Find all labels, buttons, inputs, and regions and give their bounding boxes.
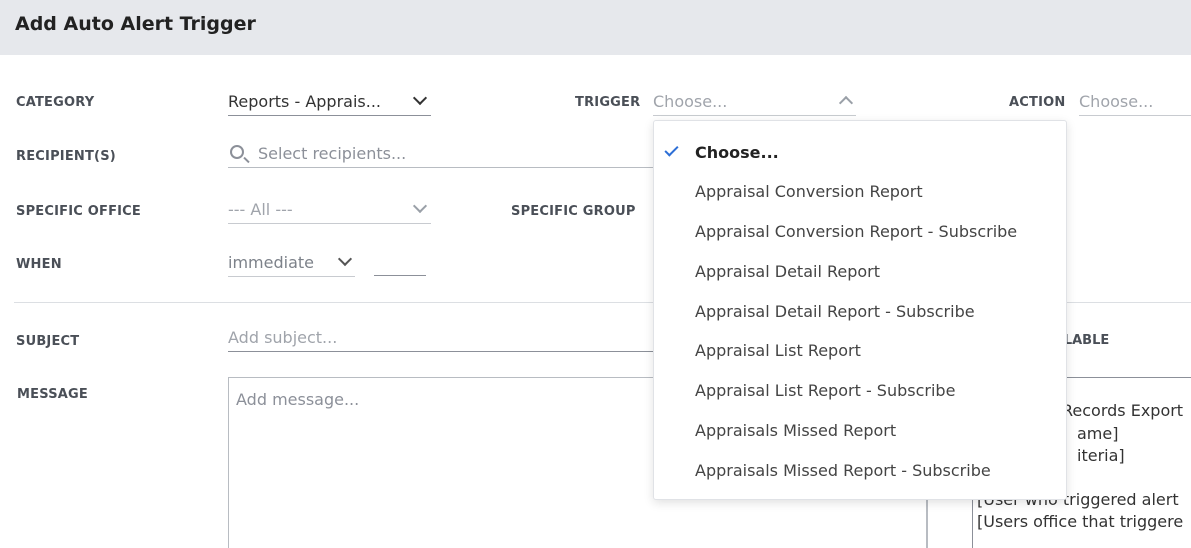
trigger-placeholder: Choose... [653, 92, 728, 111]
trigger-select[interactable]: Choose... [653, 90, 856, 116]
variable-item[interactable]: [Users office that triggere [977, 512, 1183, 531]
when-select[interactable]: immediate [228, 251, 355, 277]
message-label: MESSAGE [17, 387, 88, 402]
trigger-option[interactable]: Appraisal Detail Report - Subscribe [654, 293, 1066, 329]
recipients-placeholder: Select recipients... [258, 144, 407, 163]
specific-office-value: --- All --- [228, 200, 293, 219]
action-label: ACTION [1009, 95, 1066, 110]
trigger-option[interactable]: Appraisal Conversion Report - Subscribe [654, 213, 1066, 249]
chevron-down-icon [337, 251, 353, 267]
chevron-down-icon [412, 90, 428, 106]
trigger-option[interactable]: Appraisal List Report - Subscribe [654, 372, 1066, 408]
option-label: Appraisal Detail Report [695, 262, 881, 281]
specific-office-label: SPECIFIC OFFICE [16, 204, 142, 219]
action-placeholder: Choose... [1079, 92, 1154, 111]
trigger-option[interactable]: Appraisal Conversion Report [654, 173, 1066, 209]
option-label: Appraisal Conversion Report - Subscribe [695, 222, 1018, 241]
option-label: Appraisal List Report [695, 341, 861, 360]
action-select[interactable]: Choose... [1079, 90, 1191, 116]
specific-office-select[interactable]: --- All --- [228, 198, 431, 224]
subject-input[interactable]: Add subject... [228, 326, 658, 352]
variable-item[interactable]: ame] [1077, 424, 1118, 443]
when-label: WHEN [16, 257, 62, 272]
subject-placeholder: Add subject... [228, 328, 338, 347]
chevron-up-icon [838, 95, 854, 111]
category-label: CATEGORY [16, 95, 95, 110]
option-label: Appraisal Conversion Report [695, 182, 923, 201]
available-variables-divider [1058, 377, 1191, 378]
trigger-dropdown-menu: Choose... Appraisal Conversion Report Ap… [653, 120, 1067, 500]
trigger-option[interactable]: Appraisals Missed Report [654, 412, 1066, 448]
modal-title: Add Auto Alert Trigger [15, 13, 256, 35]
trigger-label: TRIGGER [575, 95, 641, 110]
option-label: Appraisal Detail Report - Subscribe [695, 302, 975, 321]
recipients-input[interactable]: Select recipients... [228, 142, 658, 168]
option-label: Choose... [695, 143, 779, 162]
variable-item[interactable]: Records Export [1062, 401, 1183, 420]
variable-item[interactable]: iteria] [1077, 446, 1125, 465]
when-amount-input[interactable] [374, 250, 426, 276]
specific-group-label: SPECIFIC GROUP [511, 204, 636, 219]
option-label: Appraisal List Report - Subscribe [695, 381, 956, 400]
when-value: immediate [228, 253, 314, 272]
option-label: Appraisals Missed Report - Subscribe [695, 461, 991, 480]
recipients-label: RECIPIENT(S) [16, 149, 116, 164]
message-placeholder: Add message... [236, 390, 360, 409]
option-label: Appraisals Missed Report [695, 421, 897, 440]
trigger-option[interactable]: Appraisal List Report [654, 332, 1066, 368]
trigger-option-choose[interactable]: Choose... [654, 134, 1066, 170]
category-value: Reports - Apprais... [228, 92, 381, 111]
category-select[interactable]: Reports - Apprais... [228, 90, 431, 116]
chevron-down-icon [412, 198, 428, 214]
checkmark-icon [664, 142, 679, 157]
trigger-option[interactable]: Appraisals Missed Report - Subscribe [654, 452, 1066, 488]
trigger-option[interactable]: Appraisal Detail Report [654, 253, 1066, 289]
modal-header: Add Auto Alert Trigger [0, 0, 1191, 55]
search-icon [230, 145, 244, 159]
subject-label: SUBJECT [16, 334, 80, 349]
